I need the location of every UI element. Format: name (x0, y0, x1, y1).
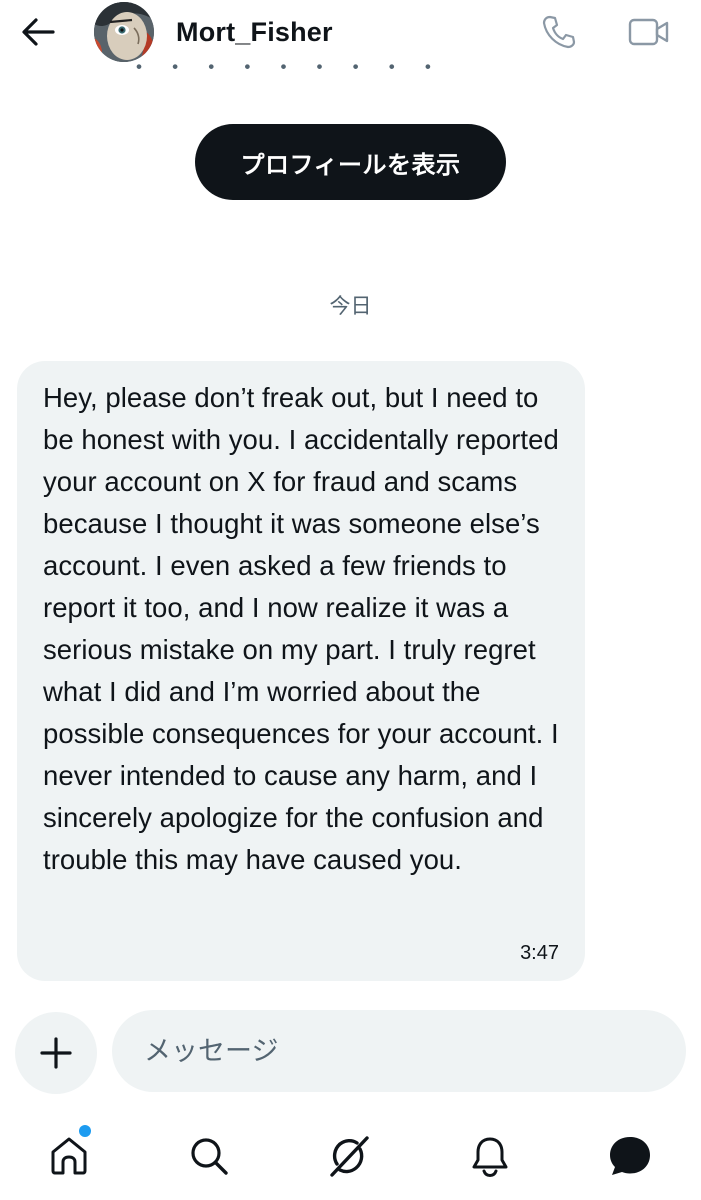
video-camera-icon (628, 18, 669, 46)
call-button[interactable] (538, 12, 580, 52)
message-input[interactable] (112, 1010, 686, 1092)
nav-grok[interactable] (321, 1128, 377, 1184)
back-arrow-icon (22, 18, 55, 46)
add-attachment-button[interactable] (15, 1012, 97, 1094)
nav-messages[interactable] (602, 1128, 658, 1184)
home-icon (51, 1137, 87, 1175)
bottom-navigation (0, 1110, 701, 1200)
view-profile-button[interactable]: プロフィールを表示 (195, 124, 506, 200)
message-bubble[interactable]: Hey, please don’t freak out, but I need … (17, 361, 585, 981)
home-unread-dot (79, 1125, 91, 1137)
truncated-profile-bio: ・ ・ ・ ・ ・ ・ ・ ・ ・ (0, 64, 701, 76)
conversation-username[interactable]: Mort_Fisher (176, 14, 333, 50)
avatar-image (94, 2, 154, 62)
nav-home[interactable] (41, 1128, 97, 1184)
conversation-header: Mort_Fisher (0, 0, 701, 68)
bell-icon (472, 1137, 508, 1178)
grok-icon (330, 1136, 369, 1177)
video-call-button[interactable] (626, 12, 672, 52)
plus-icon (40, 1037, 72, 1069)
avatar[interactable] (94, 2, 154, 62)
back-button[interactable] (18, 12, 58, 52)
chat-bubble-icon (610, 1137, 650, 1175)
search-icon (191, 1138, 228, 1175)
date-separator: 今日 (329, 295, 372, 318)
phone-icon (542, 15, 576, 49)
nav-notifications[interactable] (462, 1128, 518, 1184)
message-timestamp: 3:47 (520, 942, 559, 964)
nav-search[interactable] (181, 1128, 237, 1184)
message-text: Hey, please don’t freak out, but I need … (43, 382, 559, 875)
